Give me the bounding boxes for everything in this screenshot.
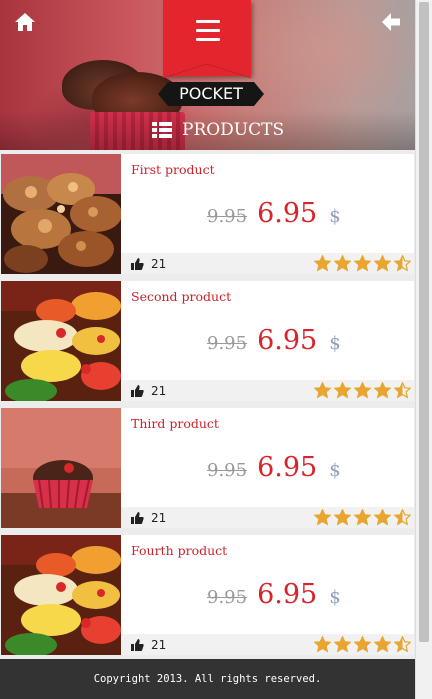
like-button[interactable]: 21	[131, 255, 166, 273]
currency-symbol: $	[329, 460, 341, 481]
price-row: 9.95 6.95 $	[207, 198, 341, 230]
new-price: 6.95	[257, 579, 318, 610]
new-price: 6.95	[257, 325, 318, 356]
list-icon	[152, 122, 172, 138]
thumbs-up-icon	[131, 258, 144, 270]
price-row: 9.95 6.95 $	[207, 452, 341, 484]
star-full-icon[interactable]	[334, 509, 351, 526]
product-image[interactable]	[1, 281, 121, 401]
product-title[interactable]: Third product	[131, 416, 219, 431]
vertical-scrollbar[interactable]	[415, 0, 432, 699]
home-icon[interactable]	[14, 11, 36, 33]
star-full-icon[interactable]	[354, 382, 371, 399]
new-price: 6.95	[257, 198, 318, 229]
currency-symbol: $	[329, 206, 341, 227]
page-footer: Copyright 2013. All rights reserved.	[0, 659, 415, 699]
star-half-icon[interactable]	[394, 255, 411, 272]
thumbs-up-icon	[131, 385, 144, 397]
product-footer-bar: 21	[121, 380, 414, 401]
copyright-text: Copyright 2013. All rights reserved.	[93, 673, 322, 685]
star-full-icon[interactable]	[354, 509, 371, 526]
product-card: Second product 9.95 6.95 $ 21	[1, 281, 414, 401]
product-footer-bar: 21	[121, 253, 414, 274]
product-card: First product 9.95 6.95 $ 21	[1, 154, 414, 274]
currency-symbol: $	[329, 587, 341, 608]
like-count: 21	[151, 257, 167, 271]
product-footer-bar: 21	[121, 507, 414, 528]
product-card: Third product 9.95 6.95 $ 21	[1, 408, 414, 528]
star-full-icon[interactable]	[374, 382, 391, 399]
currency-symbol: $	[329, 333, 341, 354]
star-half-icon[interactable]	[394, 382, 411, 399]
thumbs-up-icon	[131, 512, 144, 524]
star-full-icon[interactable]	[314, 255, 331, 272]
product-card: Fourth product 9.95 6.95 $ 21	[1, 535, 414, 655]
star-full-icon[interactable]	[374, 636, 391, 653]
star-rating	[314, 255, 414, 272]
old-price: 9.95	[207, 460, 248, 481]
product-title[interactable]: First product	[131, 162, 215, 177]
star-full-icon[interactable]	[354, 255, 371, 272]
old-price: 9.95	[207, 333, 248, 354]
old-price: 9.95	[207, 206, 248, 227]
product-footer-bar: 21	[121, 634, 414, 655]
product-image[interactable]	[1, 408, 121, 528]
star-half-icon[interactable]	[394, 636, 411, 653]
like-button[interactable]: 21	[131, 509, 166, 527]
star-full-icon[interactable]	[314, 509, 331, 526]
page: POCKET PRODUCTS First product 9.95 6.95 …	[0, 0, 415, 699]
product-title[interactable]: Second product	[131, 289, 231, 304]
star-full-icon[interactable]	[374, 509, 391, 526]
like-count: 21	[151, 638, 167, 652]
star-rating	[314, 636, 414, 653]
star-full-icon[interactable]	[354, 636, 371, 653]
like-count: 21	[151, 511, 167, 525]
star-full-icon[interactable]	[334, 255, 351, 272]
arrow-left-icon[interactable]	[380, 11, 402, 33]
like-button[interactable]: 21	[131, 636, 166, 654]
old-price: 9.95	[207, 587, 248, 608]
product-title[interactable]: Fourth product	[131, 543, 227, 558]
price-row: 9.95 6.95 $	[207, 579, 341, 611]
price-row: 9.95 6.95 $	[207, 325, 341, 357]
thumbs-up-icon	[131, 639, 144, 651]
new-price: 6.95	[257, 452, 318, 483]
menu-ribbon-notch	[163, 58, 251, 78]
product-image[interactable]	[1, 154, 121, 274]
star-full-icon[interactable]	[314, 636, 331, 653]
like-count: 21	[151, 384, 167, 398]
header-banner: POCKET PRODUCTS	[0, 0, 415, 150]
page-title: PRODUCTS	[152, 118, 284, 142]
star-full-icon[interactable]	[314, 382, 331, 399]
star-rating	[314, 382, 414, 399]
product-info: First product 9.95 6.95 $ 21	[121, 154, 414, 274]
page-title-text: PRODUCTS	[182, 120, 285, 140]
like-button[interactable]: 21	[131, 382, 166, 400]
app-logo: POCKET	[158, 82, 264, 106]
product-info: Second product 9.95 6.95 $ 21	[121, 281, 414, 401]
star-full-icon[interactable]	[334, 382, 351, 399]
product-image[interactable]	[1, 535, 121, 655]
product-info: Fourth product 9.95 6.95 $ 21	[121, 535, 414, 655]
star-full-icon[interactable]	[374, 255, 391, 272]
star-full-icon[interactable]	[334, 636, 351, 653]
star-rating	[314, 509, 414, 526]
scrollbar-thumb[interactable]	[419, 2, 429, 642]
product-info: Third product 9.95 6.95 $ 21	[121, 408, 414, 528]
star-half-icon[interactable]	[394, 509, 411, 526]
hamburger-menu-icon[interactable]	[196, 20, 220, 42]
